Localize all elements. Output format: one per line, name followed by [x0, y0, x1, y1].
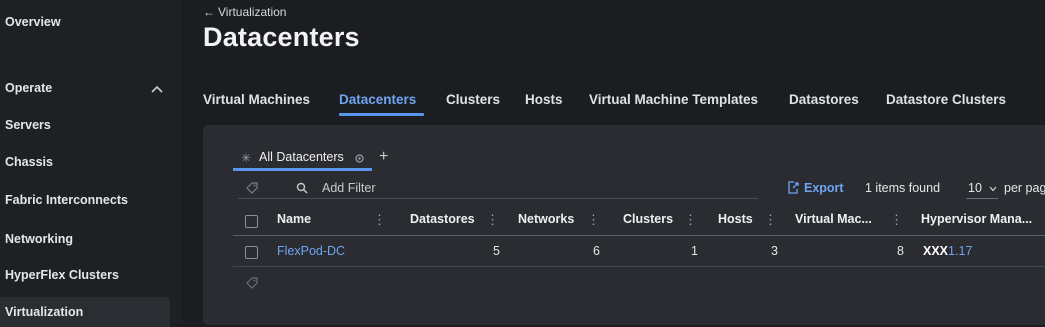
- sidebar-item-fabric-interconnects[interactable]: Fabric Interconnects: [5, 193, 128, 207]
- clusters-cell: 1: [691, 244, 698, 258]
- export-button[interactable]: Export: [804, 181, 844, 195]
- hypervisor-version-link[interactable]: 1.17: [948, 244, 972, 258]
- column-menu-icon[interactable]: ⋮: [373, 212, 386, 228]
- view-tab-indicator: [233, 168, 372, 171]
- export-icon: [788, 181, 799, 194]
- tab-virtual-machines[interactable]: Virtual Machines: [203, 92, 310, 107]
- per-page-label: per pag: [1004, 181, 1045, 195]
- column-menu-icon[interactable]: ⋮: [684, 212, 697, 228]
- table-row-divider: [233, 266, 1045, 267]
- items-found-count: 1 items found: [865, 181, 941, 195]
- virtual-machines-cell: 8: [897, 244, 904, 258]
- settings-icon[interactable]: [355, 154, 364, 163]
- select-all-checkbox[interactable]: [245, 215, 258, 228]
- sidebar-item-networking[interactable]: Networking: [5, 232, 73, 246]
- column-menu-icon[interactable]: ⋮: [486, 212, 499, 228]
- breadcrumb-label: Virtualization: [218, 5, 287, 19]
- sidebar-item-overview[interactable]: Overview: [5, 15, 61, 29]
- page-size-value: 10: [968, 181, 982, 195]
- sidebar-item-hyperflex-clusters[interactable]: HyperFlex Clusters: [5, 268, 119, 282]
- column-menu-icon[interactable]: ⋮: [890, 212, 903, 228]
- sidebar-item-virtualization[interactable]: Virtualization: [5, 305, 83, 319]
- asterisk-icon: ✳: [241, 151, 252, 165]
- column-header-hypervisor-manager[interactable]: Hypervisor Mana...: [921, 212, 1032, 226]
- tab-datastore-clusters[interactable]: Datastore Clusters: [886, 92, 1006, 107]
- page-title: Datacenters: [203, 22, 360, 52]
- arrow-left-icon: ←: [203, 5, 215, 19]
- tag-icon[interactable]: [245, 181, 259, 195]
- chevron-up-icon[interactable]: [150, 84, 164, 94]
- networks-cell: 6: [593, 244, 600, 258]
- datacenter-name-link[interactable]: FlexPod-DC: [277, 244, 345, 258]
- page-size-underline: [966, 198, 998, 199]
- sidebar: Overview Operate Servers Chassis Fabric …: [0, 0, 182, 327]
- filter-underline: [238, 198, 758, 199]
- tab-datastores[interactable]: Datastores: [789, 92, 859, 107]
- column-menu-icon[interactable]: ⋮: [764, 212, 777, 228]
- column-header-clusters[interactable]: Clusters: [623, 212, 673, 226]
- hypervisor-redacted-text: XXX: [923, 244, 949, 258]
- sidebar-item-servers[interactable]: Servers: [5, 118, 51, 132]
- column-menu-icon[interactable]: ⋮: [587, 212, 600, 228]
- tab-hosts[interactable]: Hosts: [525, 92, 563, 107]
- page-size-select[interactable]: 10: [968, 181, 997, 195]
- tab-datacenters[interactable]: Datacenters: [339, 92, 416, 107]
- sidebar-item-chassis[interactable]: Chassis: [5, 155, 53, 169]
- column-header-datastores[interactable]: Datastores: [410, 212, 475, 226]
- filter-input[interactable]: Add Filter: [322, 181, 376, 195]
- search-icon: [296, 182, 308, 194]
- column-header-networks[interactable]: Networks: [518, 212, 574, 226]
- tab-clusters[interactable]: Clusters: [446, 92, 500, 107]
- hypervisor-manager-cell[interactable]: XXX1.17: [923, 244, 972, 258]
- row-checkbox[interactable]: [245, 246, 258, 259]
- breadcrumb-back-link[interactable]: ← Virtualization: [203, 5, 286, 19]
- column-header-virtual-machines[interactable]: Virtual Mac...: [795, 212, 872, 226]
- hosts-cell: 3: [771, 244, 778, 258]
- tab-virtual-machine-templates[interactable]: Virtual Machine Templates: [589, 92, 758, 107]
- column-header-hosts[interactable]: Hosts: [718, 212, 753, 226]
- active-tab-indicator: [339, 113, 424, 116]
- tag-icon[interactable]: [245, 276, 259, 290]
- sidebar-item-operate[interactable]: Operate: [5, 81, 52, 95]
- add-view-icon[interactable]: +: [379, 148, 388, 166]
- chevron-down-icon: [989, 186, 997, 192]
- view-tab-all-datacenters[interactable]: All Datacenters: [259, 150, 344, 164]
- datastores-cell: 5: [493, 244, 500, 258]
- table-header-divider: [233, 235, 1045, 236]
- column-header-name[interactable]: Name: [277, 212, 311, 226]
